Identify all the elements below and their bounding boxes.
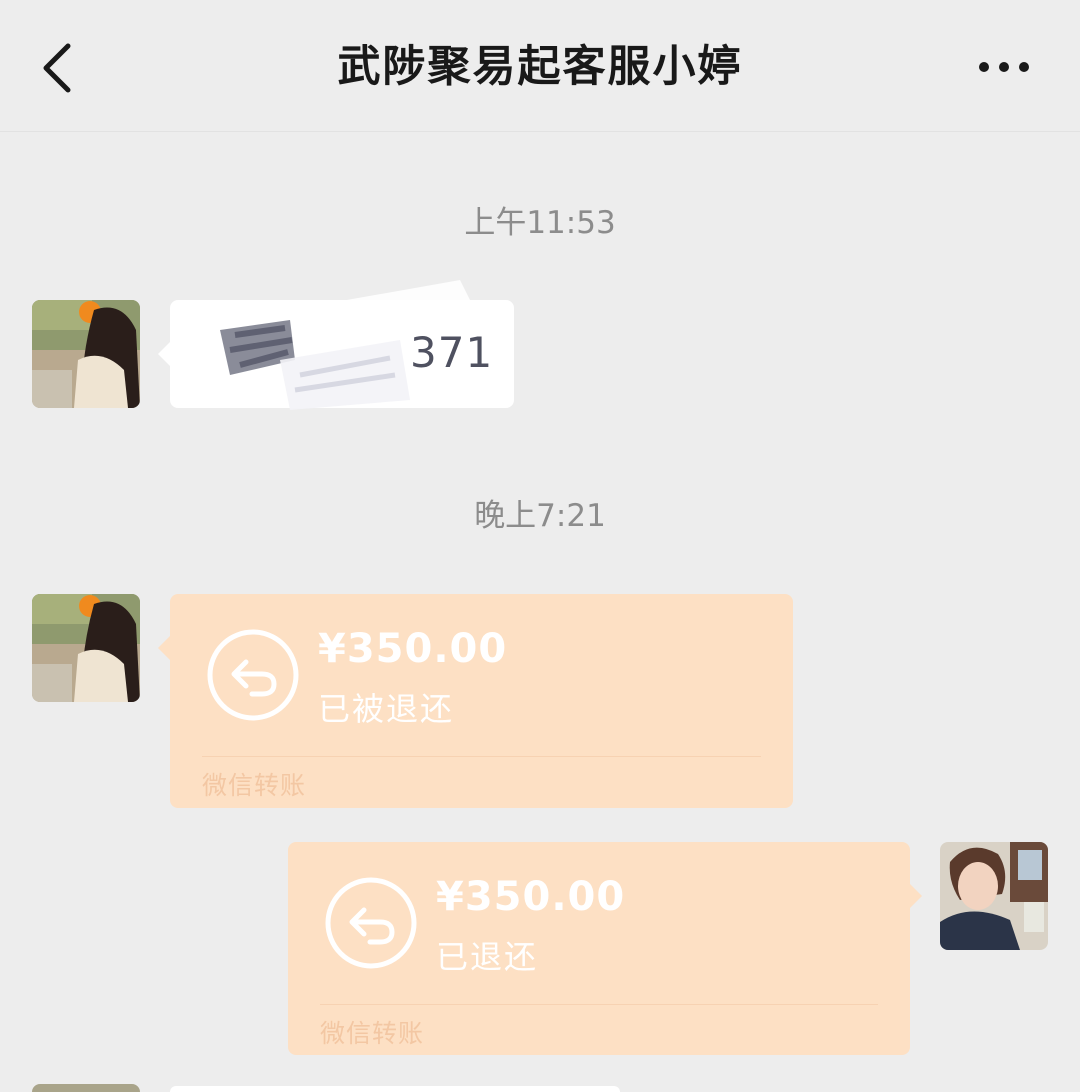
chat-title: 武陟聚易起客服小婷 <box>337 42 743 92</box>
contact-avatar[interactable] <box>32 300 140 408</box>
bubble-tail <box>158 342 170 366</box>
transfer-label: 微信转账 <box>202 771 307 800</box>
divider <box>202 756 761 757</box>
transfer-status: 已退还 <box>436 938 539 976</box>
return-arrow-icon <box>325 877 417 969</box>
timestamp: 晚上7:21 <box>474 498 606 534</box>
transfer-amount: ¥350.00 <box>436 874 626 920</box>
text-message-bubble[interactable]: 371 <box>158 280 514 410</box>
divider <box>320 1004 878 1005</box>
bubble-tail <box>910 884 922 908</box>
message-text: 371 <box>410 328 494 377</box>
user-avatar[interactable] <box>940 842 1048 950</box>
next-message-partial <box>0 1084 1080 1092</box>
transfer-card-sent[interactable]: ¥350.00 已退还 微信转账 <box>288 842 922 1055</box>
transfer-label: 微信转账 <box>320 1019 425 1048</box>
transfer-card-received[interactable]: ¥350.00 已被退还 微信转账 <box>158 594 793 808</box>
bubble-tail <box>158 636 170 660</box>
chat-header: 武陟聚易起客服小婷 <box>0 0 1080 132</box>
message-bubble-partial <box>170 1086 620 1092</box>
contact-avatar <box>32 1084 140 1092</box>
transfer-status: 已被退还 <box>318 690 455 728</box>
contact-avatar[interactable] <box>32 594 140 702</box>
more-options-button[interactable] <box>972 50 1036 84</box>
more-dots-icon <box>979 62 1029 72</box>
transfer-amount: ¥350.00 <box>318 626 508 672</box>
return-arrow-icon <box>207 629 299 721</box>
timestamp: 上午11:53 <box>464 205 616 241</box>
